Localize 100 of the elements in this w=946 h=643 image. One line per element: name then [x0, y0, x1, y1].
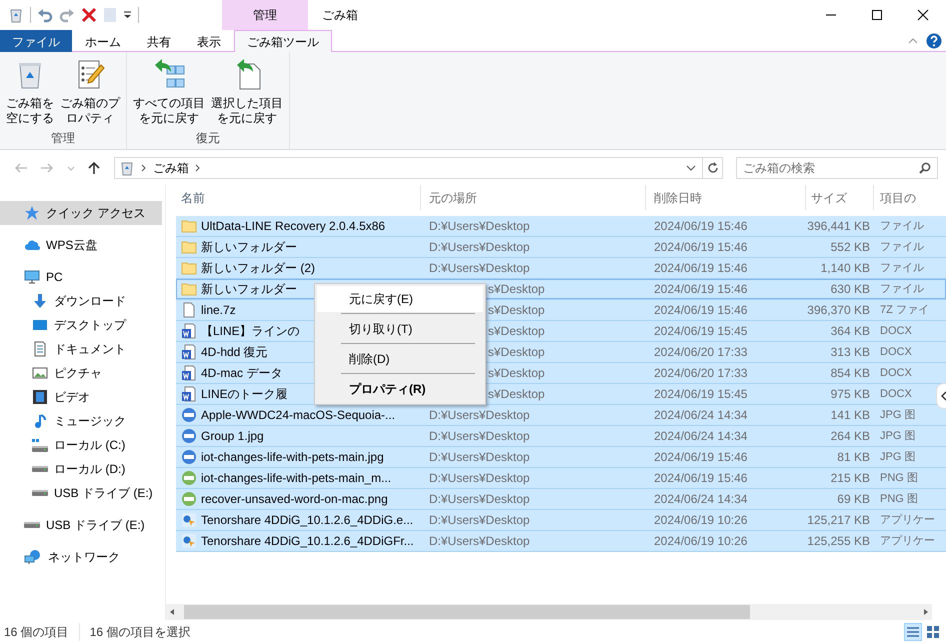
- dropdown-caret-icon: [123, 11, 132, 19]
- nav-item[interactable]: ネットワーク: [0, 545, 162, 569]
- column-header[interactable]: 名前: [176, 185, 421, 210]
- caret-icon: [908, 38, 918, 44]
- location-cell-text: D:¥Users¥Desktop: [428, 512, 531, 529]
- nav-item[interactable]: ビデオ: [0, 385, 162, 409]
- location-cell-text: D:¥Users¥Desktop: [428, 491, 531, 508]
- nav-item[interactable]: ピクチャ: [0, 361, 162, 385]
- file-row[interactable]: iot-changes-life-with-pets-main.jpg D:¥Users¥Desktop 2024/06/19 15:46 81 KB JPG 图: [176, 447, 946, 468]
- nav-item[interactable]: ミュージック: [0, 409, 162, 433]
- column-header[interactable]: 項目の: [874, 185, 916, 210]
- ribbon-button[interactable]: ごみ箱を空にする: [4, 56, 56, 129]
- file-name: 新しいフォルダー (2): [201, 260, 315, 277]
- drive-icon: [32, 466, 48, 472]
- location-cell-text: D:¥Users¥Desktop: [428, 449, 531, 466]
- ribbon-button[interactable]: 選択した項目を元に戻す: [209, 56, 285, 129]
- search-field[interactable]: ごみ箱の検索: [736, 156, 938, 178]
- nav-item[interactable]: USB ドライブ (E:): [0, 481, 162, 505]
- maximize-icon: [871, 9, 883, 21]
- breadcrumb[interactable]: ごみ箱: [153, 158, 189, 176]
- chevron-down-icon: [686, 164, 696, 172]
- file-row[interactable]: Apple-WWDC24-macOS-Sequoia-... D:¥Users¥Desktop 2024/06/24 14:34 141 KB JPG 图: [176, 405, 946, 426]
- close-icon: [917, 9, 929, 21]
- nav-item[interactable]: クイック アクセス: [0, 201, 162, 225]
- size-cell-text: 215 KB: [830, 470, 871, 487]
- size-cell-text: 854 KB: [830, 365, 871, 382]
- date-cell-text: 2024/06/20 17:33: [653, 365, 748, 382]
- group-label: 復元: [196, 130, 220, 147]
- file-row[interactable]: iot-changes-life-with-pets-main_m... D:¥Users¥Desktop 2024/06/19 15:46 215 KB PNG 图: [176, 468, 946, 489]
- file-row[interactable]: Group 1.jpg D:¥Users¥Desktop 2024/06/24 14:34 264 KB JPG 图: [176, 426, 946, 447]
- size-cell-text: 125,217 KB: [806, 512, 871, 529]
- drive-icon: [32, 438, 48, 452]
- size-cell-text: 69 KB: [836, 491, 871, 508]
- type-cell-text: アプリケー: [879, 512, 935, 528]
- drive-icon: [24, 522, 40, 528]
- image-file-icon: [181, 491, 197, 507]
- refresh-icon: [706, 162, 718, 174]
- column-header[interactable]: 削除日時: [646, 185, 806, 210]
- file-name: LINEのトーク履: [201, 386, 288, 403]
- back-arrow-icon: [14, 162, 28, 174]
- column-header[interactable]: サイズ: [806, 185, 874, 210]
- nav-item[interactable]: ローカル (D:): [0, 457, 162, 481]
- file-row[interactable]: 新しいフォルダー D:¥Users¥Desktop 2024/06/19 15:46 552 KB ファイル: [176, 237, 946, 258]
- ribbon-tab[interactable]: 表示: [184, 30, 234, 52]
- chevron-left-icon: [941, 391, 946, 401]
- nav-item[interactable]: ダウンロード: [0, 289, 162, 313]
- up-arrow-icon: [88, 162, 100, 174]
- column-header[interactable]: 元の場所: [421, 185, 646, 210]
- word-document-icon: [181, 344, 197, 360]
- date-cell-text: 2024/06/24 14:34: [653, 428, 748, 445]
- details-view-icon: [906, 624, 920, 638]
- location-cell-text: D:¥Users¥Desktop: [428, 470, 531, 487]
- music-note-icon: [32, 413, 48, 429]
- ribbon-tab[interactable]: ホーム: [72, 30, 134, 52]
- file-name: 4D-mac データ: [201, 365, 282, 382]
- menu-item[interactable]: 元に戻す(E): [317, 286, 483, 312]
- location-cell-text: D:¥Users¥Desktop: [428, 533, 531, 550]
- nav-item[interactable]: ローカル (C:): [0, 433, 162, 457]
- folder-icon: [181, 218, 197, 234]
- type-cell-text: PNG 图: [879, 492, 918, 507]
- word-document-icon: [181, 323, 197, 339]
- group-label: 管理: [51, 130, 75, 147]
- nav-item[interactable]: WPS云盘: [0, 233, 162, 257]
- undo-icon: [37, 7, 53, 23]
- date-cell-text: 2024/06/19 10:26: [653, 512, 748, 529]
- ribbon-tab[interactable]: ファイル: [0, 30, 72, 52]
- type-cell-text: ファイル: [879, 282, 924, 297]
- file-name: line.7z: [201, 302, 236, 319]
- file-row[interactable]: UltData-LINE Recovery 2.0.4.5x86 D:¥Users¥Desktop 2024/06/19 15:46 396,441 KB ファイル: [176, 216, 946, 237]
- view-button[interactable]: [904, 622, 922, 640]
- large-icons-view-icon: [926, 624, 940, 638]
- nav-item[interactable]: PC: [0, 265, 162, 289]
- help-icon: [926, 32, 942, 48]
- ribbon-button[interactable]: ごみ箱のプロパティ: [58, 56, 122, 129]
- size-cell-text: 975 KB: [830, 386, 871, 403]
- file-row[interactable]: Tenorshare 4DDiG_10.1.2.6_4DDiGFr... D:¥Users¥Desktop 2024/06/19 10:26 125,255 KB アプリケー: [176, 531, 946, 552]
- address-bar[interactable]: ごみ箱: [114, 156, 723, 178]
- nav-item[interactable]: ドキュメント: [0, 337, 162, 361]
- location-cell-text: D:¥Users¥Desktop: [428, 218, 531, 235]
- ribbon-tab[interactable]: ごみ箱ツール: [234, 30, 332, 52]
- picture-icon: [32, 365, 48, 381]
- file-name: UltData-LINE Recovery 2.0.4.5x86: [201, 218, 386, 235]
- size-cell-text: 396,441 KB: [806, 218, 871, 235]
- nav-item[interactable]: USB ドライブ (E:): [0, 513, 162, 537]
- folder-icon: [181, 281, 197, 297]
- nav-item[interactable]: デスクトップ: [0, 313, 162, 337]
- type-cell-text: DOCX: [879, 386, 912, 402]
- image-file-icon: [181, 407, 197, 423]
- ribbon-button[interactable]: すべての項目を元に戻す: [131, 56, 207, 129]
- location-cell-text: D:¥Users¥Desktop: [428, 239, 531, 256]
- location-cell-text: D:¥Users¥Desktop: [428, 407, 531, 424]
- recycle-bin-icon: [119, 160, 135, 176]
- location-cell-text: D:¥Users¥Desktop: [428, 428, 531, 445]
- file-row[interactable]: recover-unsaved-word-on-mac.png D:¥Users¥Desktop 2024/06/24 14:34 69 KB PNG 图: [176, 489, 946, 510]
- horizontal-scrollbar[interactable]: [166, 604, 932, 620]
- file-row[interactable]: Tenorshare 4DDiG_10.1.2.6_4DDiG.e... D:¥Users¥Desktop 2024/06/19 10:26 125,217 KB アプリケー: [176, 510, 946, 531]
- ribbon-tab[interactable]: 共有: [134, 30, 184, 52]
- file-row[interactable]: 新しいフォルダー (2) D:¥Users¥Desktop 2024/06/19 15:46 1,140 KB ファイル: [176, 258, 946, 279]
- size-cell-text: 264 KB: [830, 428, 871, 445]
- date-cell-text: 2024/06/24 14:34: [653, 491, 748, 508]
